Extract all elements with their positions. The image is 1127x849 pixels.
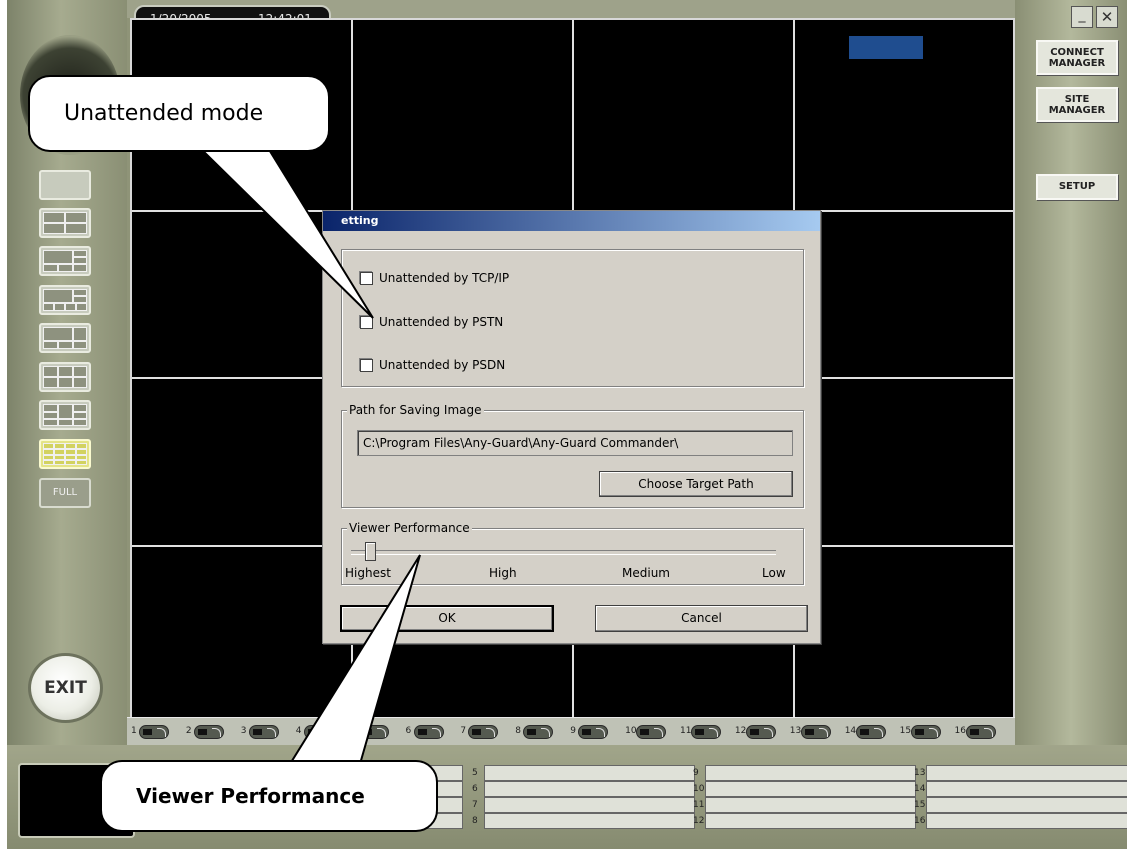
unattended-callout-pointer — [197, 147, 374, 319]
viewer-callout-pointer — [288, 554, 421, 765]
unattended-mode-callout: Unattended mode — [28, 75, 330, 152]
viewer-performance-callout: Viewer Performance — [100, 760, 438, 832]
